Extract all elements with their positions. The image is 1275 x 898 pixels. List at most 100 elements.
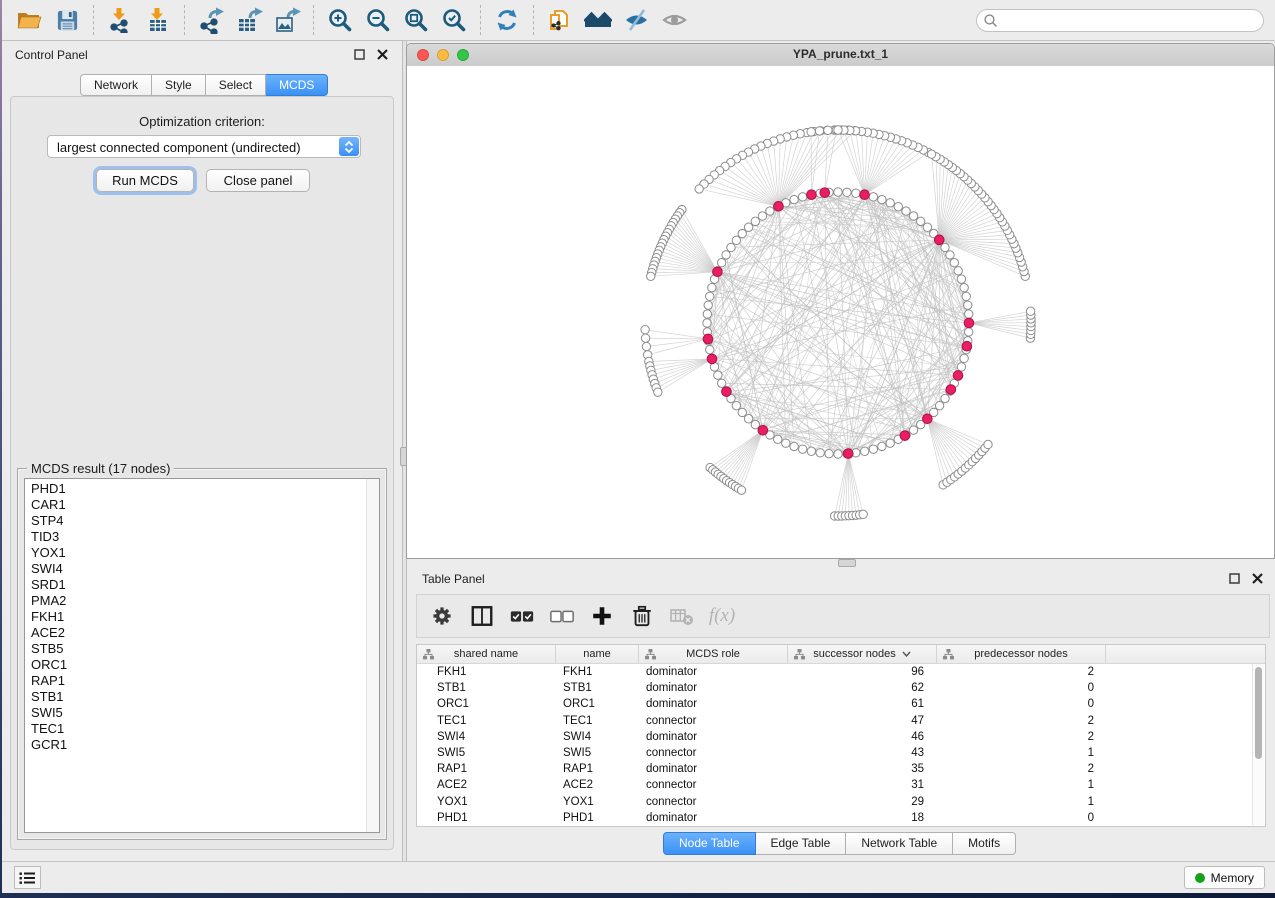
close-panel-button[interactable]: Close panel <box>206 169 310 192</box>
tab-motifs[interactable]: Motifs <box>953 832 1016 855</box>
search-field[interactable] <box>976 9 1264 32</box>
status-menu-button[interactable] <box>14 866 41 889</box>
refresh-button[interactable] <box>488 3 526 37</box>
cell-shared-name: RAP1 <box>417 763 556 775</box>
tab-edge-table[interactable]: Edge Table <box>756 832 847 855</box>
table-row[interactable]: YOX1 YOX1 connector 29 1 <box>417 794 1265 810</box>
network-graph[interactable] <box>407 66 1274 559</box>
float-panel-icon[interactable] <box>1229 573 1240 584</box>
table-settings-button[interactable] <box>429 603 455 629</box>
zoom-selected-button[interactable] <box>435 3 473 37</box>
close-panel-icon[interactable] <box>377 49 388 60</box>
save-session-button[interactable] <box>48 3 86 37</box>
tab-network[interactable]: Network <box>80 74 152 96</box>
minimize-window-icon[interactable] <box>437 49 449 61</box>
cell-name: PHD1 <box>556 812 639 824</box>
cell-shared-name: STB1 <box>417 682 556 694</box>
zoom-in-button[interactable] <box>321 3 359 37</box>
deselect-all-button[interactable] <box>549 603 575 629</box>
import-table-button[interactable] <box>139 3 177 37</box>
table-row[interactable]: FKH1 FKH1 dominator 96 2 <box>417 664 1265 680</box>
list-item[interactable]: STB5 <box>31 641 67 657</box>
table-row[interactable]: TEC1 TEC1 connector 47 2 <box>417 713 1265 729</box>
tab-style[interactable]: Style <box>152 74 206 96</box>
export-image-icon <box>274 7 301 34</box>
export-network-button[interactable] <box>192 3 230 37</box>
table-scrollbar[interactable] <box>1252 664 1264 825</box>
table-row[interactable]: SWI4 SWI4 dominator 46 2 <box>417 729 1265 745</box>
list-item[interactable]: RAP1 <box>31 673 67 689</box>
list-item[interactable]: SRD1 <box>31 577 67 593</box>
attribute-icon <box>645 649 656 660</box>
close-panel-icon[interactable] <box>1252 573 1263 584</box>
import-table-icon <box>145 7 171 33</box>
network-canvas[interactable] <box>407 66 1274 558</box>
list-item[interactable]: CAR1 <box>31 497 67 513</box>
table-scrollbar-thumb[interactable] <box>1255 667 1262 759</box>
select-all-button[interactable] <box>509 603 535 629</box>
first-neighbors-button[interactable] <box>579 3 617 37</box>
float-panel-icon[interactable] <box>354 49 365 60</box>
list-item[interactable]: SWI5 <box>31 705 67 721</box>
table-row[interactable]: SWI5 SWI5 connector 43 1 <box>417 745 1265 761</box>
search-input[interactable] <box>1002 13 1257 29</box>
export-table-button[interactable] <box>230 3 268 37</box>
memory-status-icon <box>1195 873 1205 883</box>
column-header-name[interactable]: name <box>556 645 639 663</box>
column-header-successor-nodes[interactable]: successor nodes <box>788 645 937 663</box>
optimization-criterion-label: Optimization criterion: <box>11 114 393 129</box>
run-mcds-button[interactable]: Run MCDS <box>96 169 194 192</box>
tab-mcds[interactable]: MCDS <box>266 74 328 96</box>
tab-network-table[interactable]: Network Table <box>846 832 953 855</box>
table-row[interactable]: PHD1 PHD1 dominator 18 0 <box>417 810 1265 826</box>
list-item[interactable]: SWI4 <box>31 561 67 577</box>
list-item[interactable]: ACE2 <box>31 625 67 641</box>
list-item[interactable]: TEC1 <box>31 721 67 737</box>
list-item[interactable]: ORC1 <box>31 657 67 673</box>
zoom-fit-button[interactable] <box>397 3 435 37</box>
delete-column-button[interactable] <box>629 603 655 629</box>
close-window-icon[interactable] <box>417 49 429 61</box>
checked-boxes-icon <box>509 604 535 628</box>
cell-successor-nodes: 47 <box>788 715 937 727</box>
show-hidden-button[interactable] <box>655 3 693 37</box>
list-item[interactable]: STB1 <box>31 689 67 705</box>
list-item[interactable]: PHD1 <box>31 481 67 497</box>
column-header-predecessor-nodes[interactable]: predecessor nodes <box>937 645 1106 663</box>
maximize-window-icon[interactable] <box>457 49 469 61</box>
cell-name: YOX1 <box>556 796 639 808</box>
export-image-button[interactable] <box>268 3 306 37</box>
eye-icon <box>661 7 688 33</box>
delete-table-button[interactable] <box>669 603 695 629</box>
list-scrollbar[interactable] <box>366 479 379 832</box>
zoom-out-button[interactable] <box>359 3 397 37</box>
cell-shared-name: TEC1 <box>417 715 556 727</box>
show-columns-button[interactable] <box>469 603 495 629</box>
clone-network-button[interactable] <box>541 3 579 37</box>
hide-selected-button[interactable] <box>617 3 655 37</box>
criterion-select[interactable]: largest connected component (undirected) <box>47 135 361 158</box>
import-network-button[interactable] <box>101 3 139 37</box>
open-file-button[interactable] <box>10 3 48 37</box>
zoom-in-icon <box>327 7 353 33</box>
table-row[interactable]: RAP1 RAP1 dominator 35 2 <box>417 761 1265 777</box>
network-window-titlebar[interactable]: YPA_prune.txt_1 <box>407 44 1274 67</box>
table-row[interactable]: STB1 STB1 dominator 62 0 <box>417 680 1265 696</box>
list-item[interactable]: TID3 <box>31 529 67 545</box>
list-item[interactable]: PMA2 <box>31 593 67 609</box>
list-item[interactable]: YOX1 <box>31 545 67 561</box>
column-header-mcds-role[interactable]: MCDS role <box>639 645 788 663</box>
tab-select[interactable]: Select <box>206 74 266 96</box>
table-row[interactable]: ORC1 ORC1 dominator 61 0 <box>417 696 1265 712</box>
table-row[interactable]: ACE2 ACE2 connector 31 1 <box>417 777 1265 793</box>
memory-button[interactable]: Memory <box>1184 866 1265 889</box>
mcds-result-list[interactable]: PHD1 CAR1 STP4 TID3 YOX1 SWI4 SRD1 PMA2 … <box>24 478 380 833</box>
list-item[interactable]: STP4 <box>31 513 67 529</box>
list-item[interactable]: GCR1 <box>31 737 67 753</box>
function-builder-button[interactable]: f(x) <box>709 603 735 629</box>
column-header-shared-name[interactable]: shared name <box>417 645 556 663</box>
tab-node-table[interactable]: Node Table <box>663 832 756 855</box>
list-item[interactable]: FKH1 <box>31 609 67 625</box>
add-column-button[interactable] <box>589 603 615 629</box>
cell-predecessor-nodes: 2 <box>937 731 1106 743</box>
